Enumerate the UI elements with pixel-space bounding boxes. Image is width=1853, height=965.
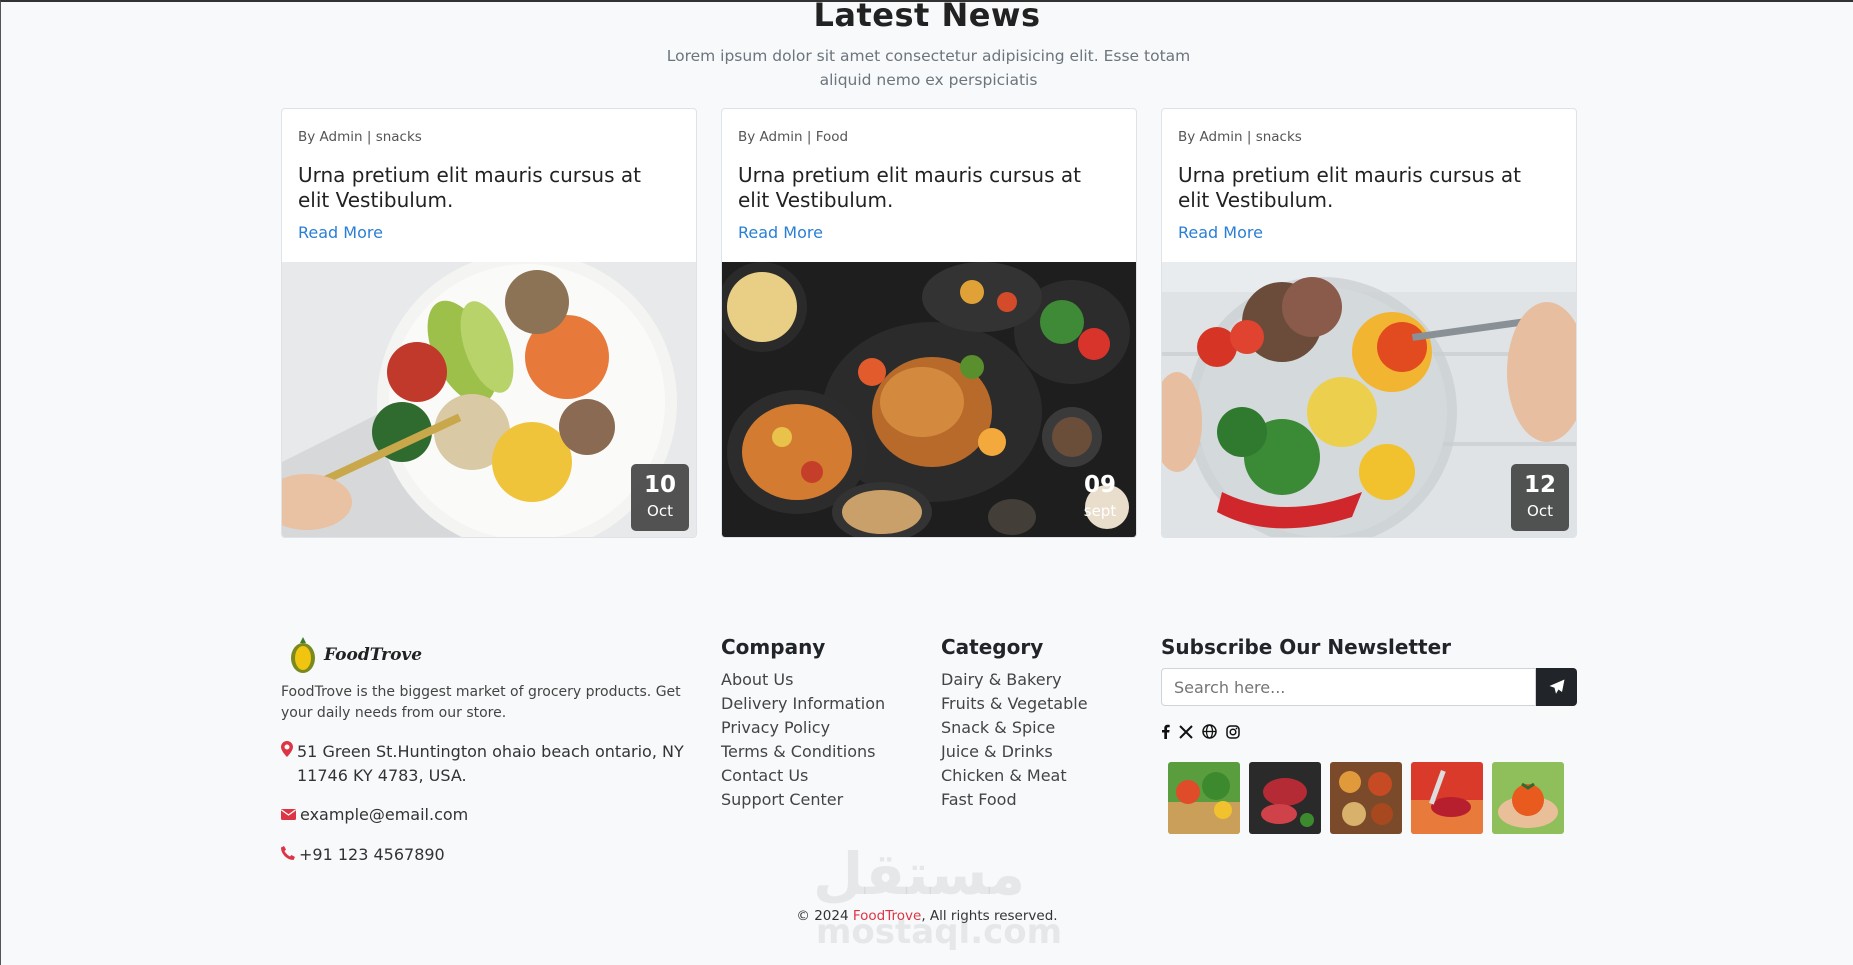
date-day: 10 [643, 472, 676, 498]
globe-icon[interactable] [1202, 724, 1217, 742]
watermark-arabic: مستقل [813, 840, 1026, 908]
date-day: 09 [1083, 472, 1116, 498]
category-title: Category [941, 635, 1044, 659]
company-link[interactable]: Contact Us [721, 764, 885, 788]
company-title: Company [721, 635, 826, 659]
gallery-thumb-tomato[interactable] [1492, 762, 1564, 834]
copyright-suffix: , All rights reserved. [921, 908, 1058, 924]
news-card: By Admin | Food Urna pretium elit mauris… [721, 108, 1137, 538]
envelope-icon [281, 803, 296, 827]
newsletter-title: Subscribe Our Newsletter [1161, 635, 1451, 659]
newsletter-submit-button[interactable] [1536, 668, 1577, 706]
card-meta: By Admin | Food [738, 129, 849, 145]
company-link[interactable]: About Us [721, 668, 885, 692]
gallery-thumb-cutting[interactable] [1411, 762, 1483, 834]
card-image[interactable]: 12 Oct [1162, 262, 1576, 537]
footer-about: FoodTrove is the biggest market of groce… [281, 684, 681, 721]
category-link[interactable]: Chicken & Meat [941, 764, 1088, 788]
footer-address: 51 Green St.Huntington ohaio beach ontar… [281, 740, 701, 788]
card-title: Urna pretium elit mauris cursus at elit … [298, 163, 641, 212]
date-month: Oct [647, 502, 673, 520]
category-links: Dairy & Bakery Fruits & Vegetable Snack … [941, 668, 1088, 812]
gallery-thumb-meat[interactable] [1249, 762, 1321, 834]
copyright-prefix: © 2024 [796, 908, 853, 924]
read-more-link[interactable]: Read More [738, 223, 823, 242]
card-image[interactable]: 09 sept [722, 262, 1136, 537]
newsletter-input[interactable] [1161, 668, 1536, 706]
card-title: Urna pretium elit mauris cursus at elit … [738, 163, 1081, 212]
news-card: By Admin | snacks Urna pretium elit maur… [1161, 108, 1577, 538]
footer-phone[interactable]: +91 123 4567890 [281, 843, 701, 867]
footer-gallery [1168, 762, 1564, 834]
instagram-icon[interactable] [1226, 724, 1240, 742]
company-links: About Us Delivery Information Privacy Po… [721, 668, 885, 812]
card-meta: By Admin | snacks [1178, 129, 1302, 145]
news-card: By Admin | snacks Urna pretium elit maur… [281, 108, 697, 538]
card-image[interactable]: 10 Oct [282, 262, 696, 537]
paper-plane-icon [1549, 679, 1564, 694]
category-link[interactable]: Juice & Drinks [941, 740, 1088, 764]
logo-icon [291, 637, 315, 673]
phone-text: +91 123 4567890 [299, 845, 445, 864]
date-badge: 10 Oct [631, 464, 689, 531]
gallery-thumb-spices[interactable] [1330, 762, 1402, 834]
footer-email[interactable]: example@email.com [281, 803, 701, 827]
facebook-icon[interactable] [1161, 724, 1170, 742]
footer-logo[interactable]: FoodTrove [288, 635, 422, 675]
read-more-link[interactable]: Read More [298, 223, 383, 242]
read-more-link[interactable]: Read More [1178, 223, 1263, 242]
section-subtitle: Lorem ipsum dolor sit amet consectetur a… [666, 47, 1191, 89]
phone-icon [281, 843, 295, 867]
category-link[interactable]: Dairy & Bakery [941, 668, 1088, 692]
date-month: Oct [1527, 502, 1553, 520]
category-link[interactable]: Fruits & Vegetable [941, 692, 1088, 716]
x-icon[interactable] [1179, 724, 1193, 742]
category-link[interactable]: Fast Food [941, 788, 1088, 812]
date-month: sept [1083, 502, 1117, 520]
address-text: 51 Green St.Huntington ohaio beach ontar… [297, 742, 684, 785]
date-badge: 12 Oct [1511, 464, 1569, 531]
company-link[interactable]: Support Center [721, 788, 885, 812]
category-link[interactable]: Snack & Spice [941, 716, 1088, 740]
date-badge: 09 sept [1071, 464, 1129, 531]
company-link[interactable]: Delivery Information [721, 692, 885, 716]
date-day: 12 [1523, 472, 1556, 498]
copyright-brand[interactable]: FoodTrove [853, 908, 921, 924]
email-text: example@email.com [300, 805, 469, 824]
section-title: Latest News [813, 0, 1041, 34]
copyright: © 2024 FoodTrove, All rights reserved. [1, 908, 1853, 924]
social-links [1161, 724, 1240, 742]
gallery-thumb-vegetables[interactable] [1168, 762, 1240, 834]
company-link[interactable]: Terms & Conditions [721, 740, 885, 764]
logo-text: FoodTrove [324, 645, 423, 665]
card-title: Urna pretium elit mauris cursus at elit … [1178, 163, 1521, 212]
company-link[interactable]: Privacy Policy [721, 716, 885, 740]
map-pin-icon [281, 740, 293, 764]
card-meta: By Admin | snacks [298, 129, 422, 145]
